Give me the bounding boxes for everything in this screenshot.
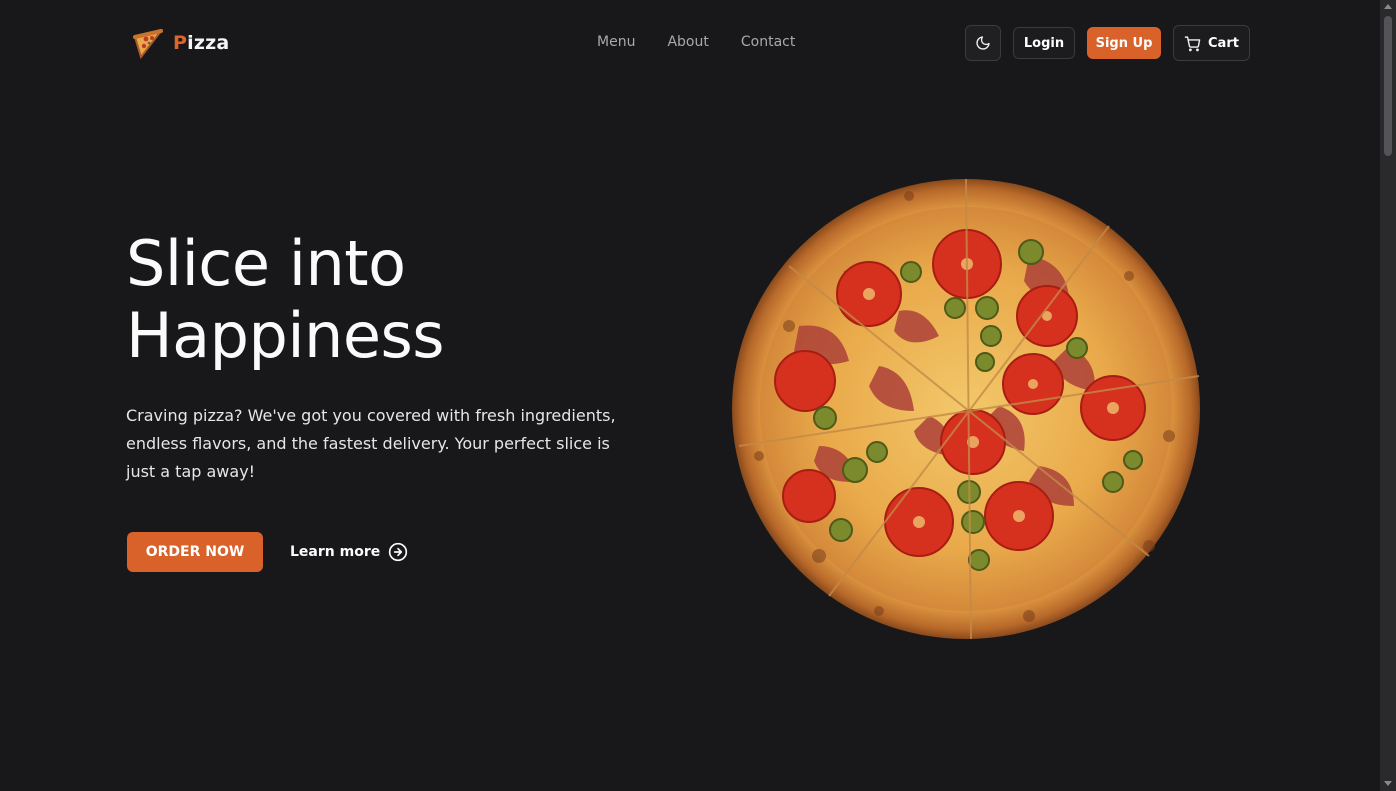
nav-item-about[interactable]: About [667,34,708,50]
learn-more-link[interactable]: Learn more [290,542,408,562]
nav-item-menu[interactable]: Menu [597,34,635,50]
order-now-button[interactable]: ORDER NOW [127,532,263,572]
scroll-down-arrow-icon[interactable] [1384,781,1392,786]
signup-button[interactable]: Sign Up [1087,27,1161,59]
hero-description: Craving pizza? We've got you covered wit… [126,406,616,481]
login-button-label: Login [1023,35,1065,51]
pizza-image [732,178,1200,640]
brand-logo[interactable]: Pizza [131,27,229,59]
cart-icon [1184,35,1201,51]
cart-button-label: Cart [1208,35,1239,51]
main-nav: Menu About Contact [597,34,795,50]
scroll-up-arrow-icon[interactable] [1384,4,1392,9]
page-scrollbar[interactable] [1380,0,1396,791]
hero-title-line1: Slice into [126,227,406,300]
hero-title: Slice into Happiness [126,227,445,372]
moon-icon [976,36,990,50]
landing-page: Pizza Menu About Contact Login Sign Up C… [0,0,1380,791]
nav-item-contact[interactable]: Contact [741,34,795,50]
cart-button[interactable]: Cart [1173,25,1250,61]
theme-toggle-button[interactable] [965,25,1001,61]
brand-name-first: P [173,32,188,54]
login-button[interactable]: Login [1013,27,1075,59]
learn-more-label: Learn more [290,544,381,560]
signup-button-label: Sign Up [1095,35,1153,51]
scrollbar-thumb[interactable] [1384,16,1392,156]
brand-name: Pizza [173,32,229,54]
brand-name-rest: izza [187,32,230,54]
hero-title-line2: Happiness [126,299,445,372]
arrow-right-circle-icon [389,542,408,562]
order-now-label: ORDER NOW [145,544,245,560]
header-actions: Login Sign Up Cart [965,25,1250,61]
pizza-slice-icon [133,29,164,59]
